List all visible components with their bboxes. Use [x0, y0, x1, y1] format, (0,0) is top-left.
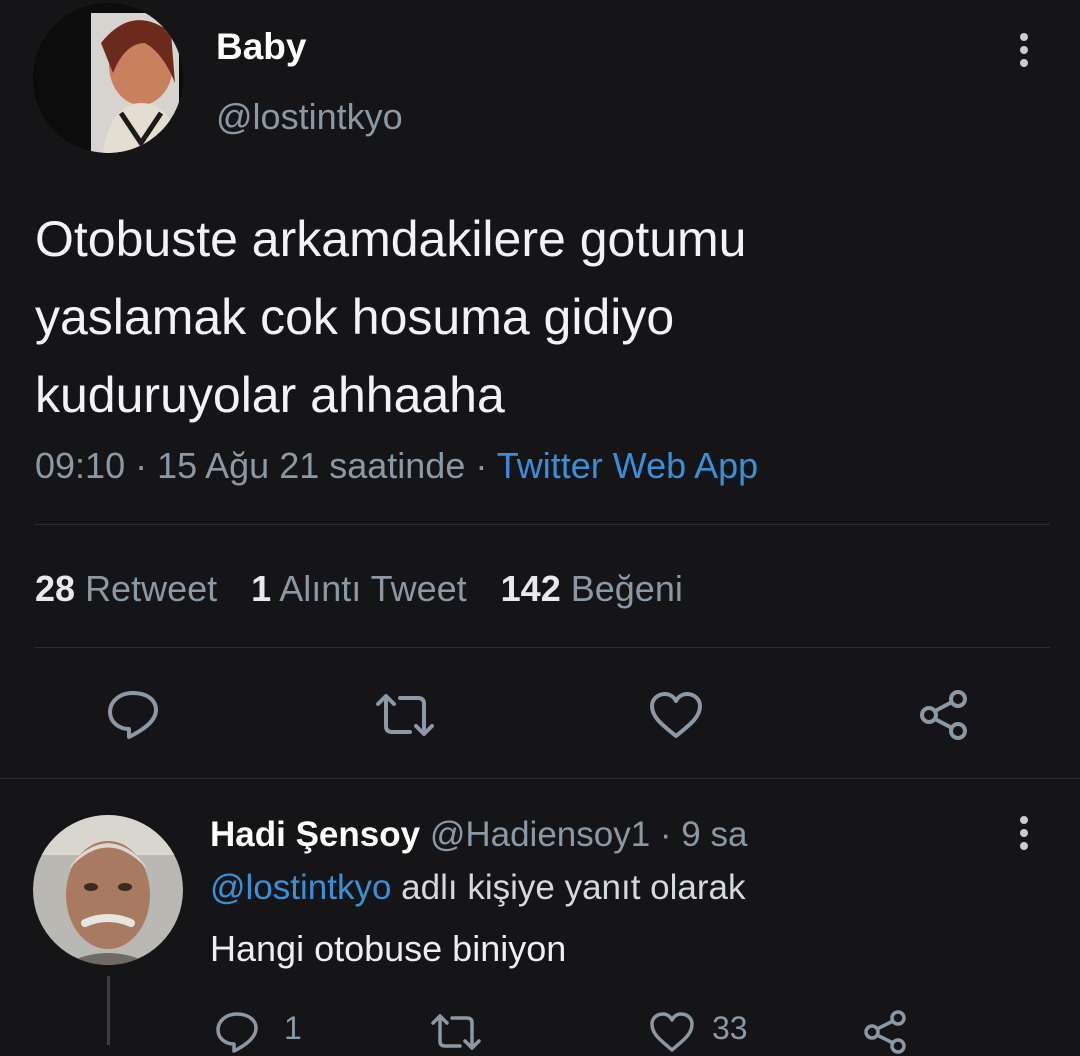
tweet-timestamp[interactable]: 09:10 · 15 Ağu 21 saatinde: [35, 445, 465, 486]
share-icon[interactable]: [918, 688, 972, 742]
reply-like-count: 33: [712, 1010, 748, 1046]
divider: [35, 524, 1050, 525]
reply-icon[interactable]: [105, 688, 161, 740]
reply-icon[interactable]: [214, 1010, 260, 1054]
reply-to-handle[interactable]: @lostintkyo: [210, 868, 391, 907]
divider: [35, 647, 1050, 648]
tweet-text-line: Otobuste arkamdakilere gotumu: [35, 211, 747, 267]
divider: [0, 778, 1080, 779]
reply-to-suffix: adlı kişiye yanıt olarak: [401, 868, 746, 907]
retweet-stat[interactable]: 28 Retweet: [35, 568, 227, 609]
meta-separator: ·: [475, 445, 488, 486]
quote-label: Alıntı Tweet: [279, 568, 467, 609]
tweet-meta: 09:10 · 15 Ağu 21 saatinde · Twitter Web…: [35, 445, 758, 487]
retweet-icon[interactable]: [372, 692, 438, 738]
author-avatar[interactable]: [33, 3, 183, 153]
tweet-stats: 28 Retweet 1 Alıntı Tweet 142 Beğeni: [35, 568, 683, 610]
reply-text: Hangi otobuse biniyon: [210, 928, 567, 969]
like-stat[interactable]: 142 Beğeni: [501, 568, 683, 609]
reply-author-avatar[interactable]: [33, 815, 183, 965]
more-vertical-icon[interactable]: [1012, 30, 1036, 70]
reply-reply-count: 1: [284, 1010, 302, 1046]
tweet-text: Otobuste arkamdakilere gotumu yaslamak c…: [35, 200, 746, 434]
reply-age[interactable]: · 9 sa: [660, 815, 748, 854]
tweet-source-link[interactable]: Twitter Web App: [497, 445, 758, 486]
author-name[interactable]: Baby: [216, 26, 306, 68]
author-handle[interactable]: @lostintkyo: [216, 96, 403, 138]
like-count: 142: [500, 568, 561, 609]
more-vertical-icon[interactable]: [1012, 813, 1036, 853]
like-label: Beğeni: [570, 568, 683, 609]
reply-header: Hadi Şensoy @Hadiensoy1 · 9 sa: [210, 815, 747, 855]
heart-icon[interactable]: [648, 1010, 696, 1054]
retweet-count: 28: [35, 568, 76, 609]
reply-author-handle[interactable]: @Hadiensoy1: [430, 815, 650, 854]
tweet-text-line: kuduruyolar ahhaaha: [35, 367, 505, 423]
reply-thread-line: [107, 976, 110, 1045]
share-icon[interactable]: [862, 1008, 910, 1056]
tweet-text-line: yaslamak cok hosuma gidiyo: [35, 289, 675, 345]
reply-context: @lostintkyo adlı kişiye yanıt olarak: [210, 868, 746, 908]
quote-count: 1: [251, 568, 272, 609]
heart-icon[interactable]: [648, 690, 704, 740]
retweet-icon[interactable]: [428, 1012, 484, 1052]
reply-author-name[interactable]: Hadi Şensoy: [210, 815, 420, 854]
quote-stat[interactable]: 1 Alıntı Tweet: [251, 568, 477, 609]
retweet-label: Retweet: [85, 568, 218, 609]
